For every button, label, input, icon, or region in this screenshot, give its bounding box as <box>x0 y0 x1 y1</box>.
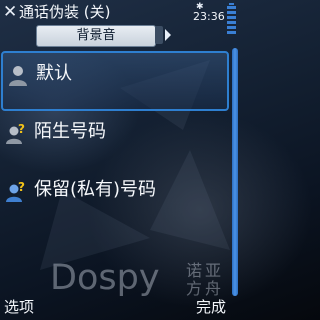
private-person-icon: ? <box>6 181 25 202</box>
tab-next-slot[interactable] <box>155 26 163 44</box>
chevron-right-icon[interactable] <box>165 29 171 41</box>
svg-text:?: ? <box>18 181 25 194</box>
list-item-unknown-number[interactable]: ? 陌生号码 <box>0 109 230 167</box>
tab-background-sound[interactable]: 背景音 <box>36 25 156 47</box>
close-icon[interactable]: ✕ <box>3 3 17 21</box>
list-item-label: 默认 <box>36 63 72 84</box>
page-title: 通话伪装 (关) <box>19 3 111 21</box>
svg-text:?: ? <box>18 123 25 136</box>
battery-icon <box>227 3 236 35</box>
list-item-private-number[interactable]: ? 保留(私有)号码 <box>0 167 230 225</box>
scroll-thumb[interactable] <box>232 48 238 296</box>
list-item-label: 保留(私有)号码 <box>34 179 157 200</box>
list-item-default[interactable]: 默认 <box>1 51 229 111</box>
options-softkey[interactable]: 选项 <box>4 297 34 317</box>
done-softkey[interactable]: 完成 <box>196 297 226 317</box>
person-icon <box>9 66 27 86</box>
watermark-cjk-text: 诺亚方舟 <box>186 261 225 298</box>
status-time: 23:36 <box>193 10 225 23</box>
unknown-person-icon: ? <box>6 123 25 144</box>
list-item-label: 陌生号码 <box>34 121 106 142</box>
watermark-text: Dospy <box>50 258 160 298</box>
title-bar: ✕ 通话伪装 (关) ✱ 23:36 背景音 <box>0 0 240 47</box>
scrollbar[interactable] <box>232 48 238 296</box>
